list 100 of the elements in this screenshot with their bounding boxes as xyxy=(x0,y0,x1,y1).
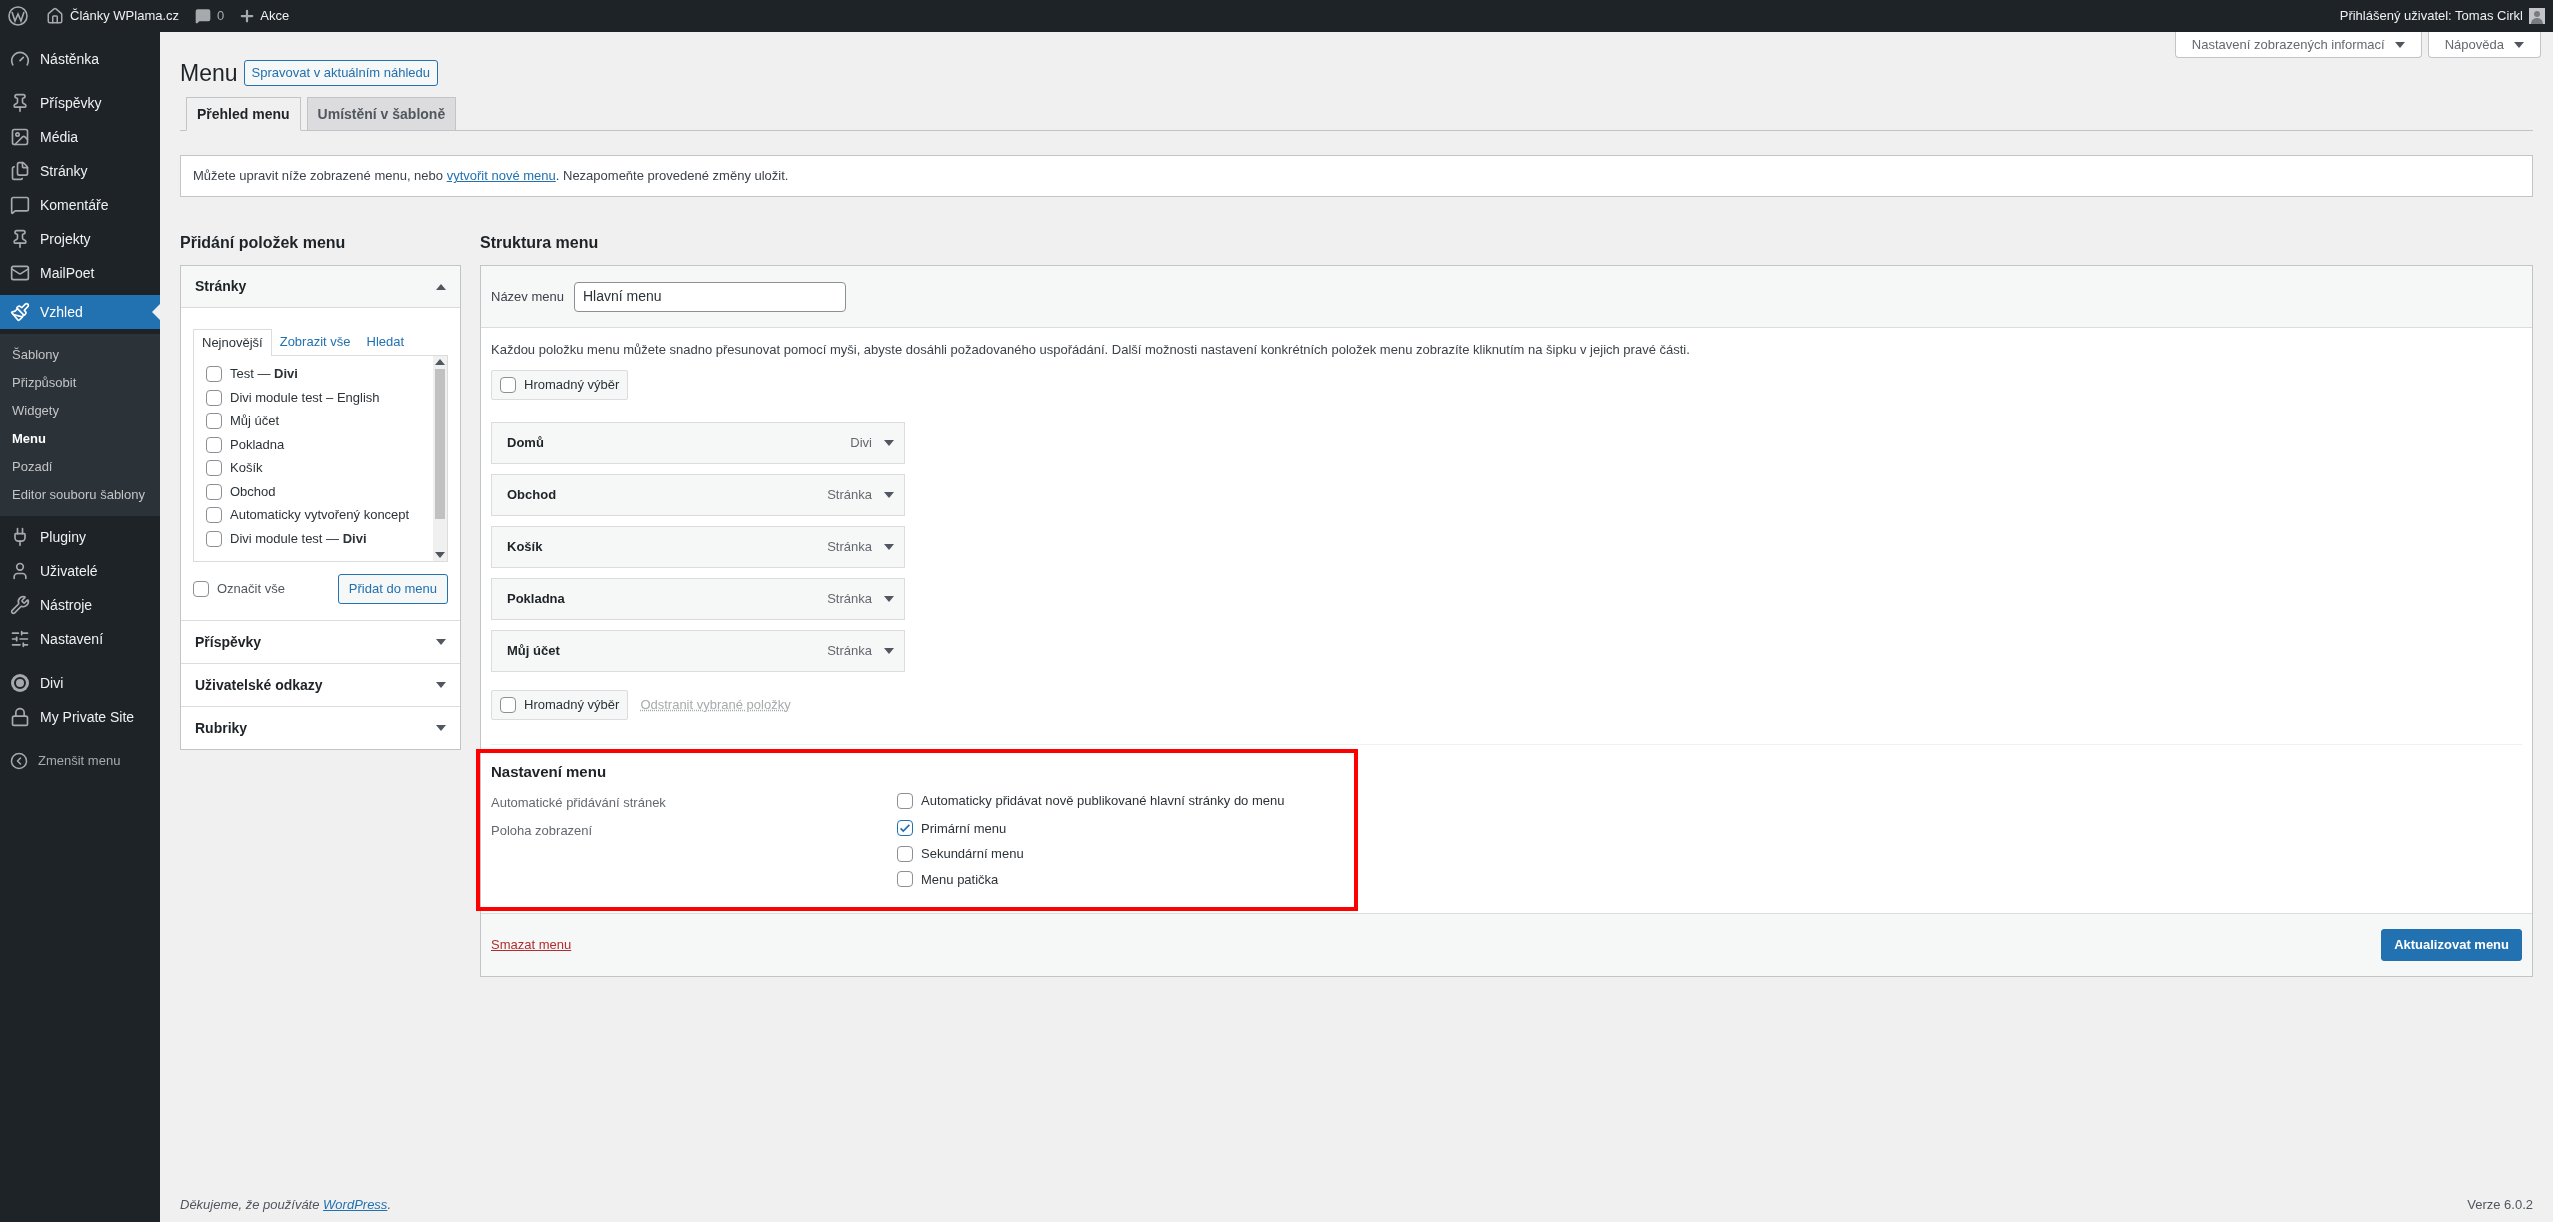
speech-bubble-icon xyxy=(195,8,212,24)
sidebar-item[interactable]: Vzhled xyxy=(0,295,160,329)
caret-icon xyxy=(2394,41,2405,48)
checkbox[interactable] xyxy=(206,413,222,429)
checkbox[interactable] xyxy=(500,696,516,713)
current-pointer-icon xyxy=(152,304,160,320)
caret-icon xyxy=(884,543,894,550)
sidebar-item[interactable]: Projekty xyxy=(0,222,160,256)
caret-icon xyxy=(884,595,894,602)
checkbox[interactable] xyxy=(897,871,913,888)
section-heading: Přidání položek menu xyxy=(180,233,347,253)
tab[interactable]: Zobrazit vše xyxy=(271,328,359,355)
item-type: Stránka xyxy=(827,589,872,608)
checkbox[interactable] xyxy=(897,845,913,862)
submenu-item[interactable]: Pozadí xyxy=(0,453,160,481)
page-title: Menu xyxy=(180,58,238,88)
sidebar-item[interactable]: Média xyxy=(0,120,160,154)
sidebar-item[interactable]: Nástroje xyxy=(0,588,160,622)
bulk-select-button[interactable]: Hromadný výběr xyxy=(491,369,629,400)
checkbox[interactable] xyxy=(206,530,222,547)
sidebar-item[interactable]: My Private Site xyxy=(0,700,160,734)
sidebar-item[interactable]: Stránky xyxy=(0,154,160,188)
sidebar-item[interactable]: MailPoet xyxy=(0,256,160,290)
tab[interactable]: Umístění v šabloně xyxy=(306,97,457,131)
checkbox[interactable] xyxy=(193,581,209,597)
item-type: Stránka xyxy=(827,485,872,504)
collapse-menu-button[interactable]: Zmenšit menu xyxy=(0,744,160,778)
submenu-item[interactable]: Menu xyxy=(0,425,160,453)
checkbox[interactable] xyxy=(206,507,222,523)
mail-icon xyxy=(10,263,30,283)
pages-icon xyxy=(10,161,30,181)
circle-icon xyxy=(10,673,30,693)
caret-icon xyxy=(436,682,446,688)
account-link[interactable]: Přihlášený uživatel: Tomas Cirkl xyxy=(2339,6,2545,26)
menu-item-bar[interactable]: Domů Divi xyxy=(491,421,905,464)
sidebar-item[interactable]: Uživatelé xyxy=(0,554,160,588)
option-label: Automaticky přidávat nově publikované hlavní stránky do menu xyxy=(921,792,1285,810)
item-type: Divi xyxy=(850,433,872,452)
sidebar-item[interactable]: Příspěvky xyxy=(0,86,160,120)
caret-icon xyxy=(436,283,446,290)
screen-option-tab[interactable]: Nastavení zobrazených informací xyxy=(2174,32,2422,58)
wrench-icon xyxy=(10,595,30,615)
sliders-icon xyxy=(10,629,30,649)
scrollbar[interactable] xyxy=(433,356,447,561)
menu-item-bar[interactable]: Pokladna Stránka xyxy=(491,577,905,620)
tab[interactable]: Nejnovější xyxy=(193,329,272,356)
caret-icon xyxy=(436,639,446,645)
notice-text: Můžete upravit níže zobrazené menu, nebo vytvořit nové menu. Nezapomeňte provedené změny uložit. xyxy=(193,167,789,186)
checkbox[interactable] xyxy=(500,376,516,393)
page-label: Můj účet xyxy=(230,412,280,431)
tab[interactable]: Přehled menu xyxy=(186,97,301,131)
option-label: Primární menu xyxy=(921,819,1007,838)
submenu-item[interactable]: Editor souboru šablony xyxy=(0,481,160,509)
sidebar-item[interactable]: Pluginy xyxy=(0,520,160,554)
sidebar-item[interactable]: Divi xyxy=(0,666,160,700)
sidebar-item[interactable]: Nastavení xyxy=(0,622,160,656)
page-label: Automaticky vytvořený koncept xyxy=(230,506,410,525)
screen-option-tab[interactable]: Nápověda xyxy=(2427,32,2541,58)
sidebar-item[interactable]: Nástěnka xyxy=(0,42,160,76)
site-link[interactable]: Články WPlama.cz xyxy=(46,6,180,26)
page-label: Test — Divi xyxy=(230,365,298,384)
checkbox[interactable] xyxy=(897,820,913,837)
footer-thanks: Děkujeme, že používáte WordPress. xyxy=(180,1196,391,1215)
accordion-header[interactable]: Stránky xyxy=(181,266,460,308)
option-label: Menu patička xyxy=(921,870,999,889)
checkbox[interactable] xyxy=(206,389,222,406)
new-content-link[interactable]: Akce xyxy=(238,6,290,26)
collapse-icon xyxy=(10,752,28,770)
version-text: Verze 6.0.2 xyxy=(2467,1196,2533,1215)
bulk-select-button[interactable]: Hromadný výběr xyxy=(491,689,629,720)
page-label: Divi module test – English xyxy=(230,388,380,407)
tab[interactable]: Hledat xyxy=(358,328,413,355)
submenu-item[interactable]: Šablony xyxy=(0,341,160,369)
setting-label: Poloha zobrazení xyxy=(491,821,594,840)
settings-heading: Nastavení menu xyxy=(491,761,608,782)
checkbox[interactable] xyxy=(206,366,222,382)
menu-item-bar[interactable]: Košík Stránka xyxy=(491,525,905,568)
menu-item-bar[interactable]: Obchod Stránka xyxy=(491,473,905,516)
sidebar-item[interactable]: Komentáře xyxy=(0,188,160,222)
delete-menu-link[interactable]: Smazat menu xyxy=(491,935,572,955)
user-icon xyxy=(10,561,30,581)
submenu-item[interactable]: Widgety xyxy=(0,397,160,425)
submenu-item[interactable]: Přizpůsobit xyxy=(0,369,160,397)
menu-name-field[interactable]: Hlavní menu xyxy=(574,281,846,312)
logo-icon[interactable] xyxy=(8,6,28,26)
checkbox[interactable] xyxy=(206,460,222,476)
live-preview-button[interactable]: Spravovat v aktuálním náhledu xyxy=(243,60,439,86)
item-type: Stránka xyxy=(827,641,872,660)
checkbox[interactable] xyxy=(206,483,222,500)
section-heading: Struktura menu xyxy=(480,233,600,253)
paintbrush-icon xyxy=(10,302,30,322)
caret-icon xyxy=(884,491,894,498)
scroll-up-icon xyxy=(435,359,445,365)
menu-item-bar[interactable]: Můj účet Stránka xyxy=(491,629,905,672)
comments-link[interactable]: 0 xyxy=(195,6,225,26)
create-menu-link[interactable]: vytvořit nové menu xyxy=(446,168,556,184)
save-menu-button[interactable]: Aktualizovat menu xyxy=(2381,929,2522,961)
checkbox[interactable] xyxy=(206,436,222,453)
checkbox[interactable] xyxy=(897,792,913,809)
add-to-menu-button[interactable]: Přidat do menu xyxy=(337,574,448,604)
